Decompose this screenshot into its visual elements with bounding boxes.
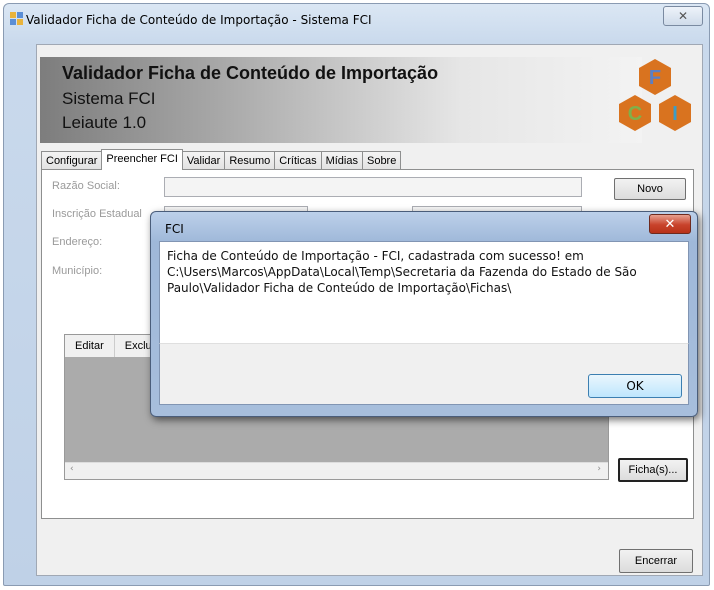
fci-logo: F C I <box>619 59 691 131</box>
svg-text:I: I <box>672 103 678 125</box>
svg-text:F: F <box>649 67 661 89</box>
header-banner: Validador Ficha de Conteúdo de Importaçã… <box>40 57 642 143</box>
dialog-close-button[interactable]: ✕ <box>649 214 691 234</box>
close-icon: ✕ <box>677 9 689 23</box>
novo-button[interactable]: Novo <box>614 178 686 200</box>
window-title: Validador Ficha de Conteúdo de Importaçã… <box>26 13 372 27</box>
dialog-message-line: C:\Users\Marcos\AppData\Local\Temp\Secre… <box>167 265 637 279</box>
dialog-message-line: Ficha de Conteúdo de Importação - FCI, c… <box>167 249 584 263</box>
svg-text:C: C <box>628 103 642 125</box>
banner-title: Validador Ficha de Conteúdo de Importaçã… <box>62 63 439 83</box>
tab-preencher-fci[interactable]: Preencher FCI <box>101 149 183 170</box>
dialog-button-area: OK <box>159 343 689 405</box>
fichas-button[interactable]: Ficha(s)... <box>618 458 688 482</box>
tab-criticas[interactable]: Críticas <box>274 151 322 170</box>
tab-validar[interactable]: Validar <box>181 151 226 170</box>
scroll-right-icon[interactable]: › <box>597 464 601 474</box>
banner-layout-version: Leiaute 1.0 <box>62 113 147 132</box>
app-icon <box>10 12 24 26</box>
grid-header-editar[interactable]: Editar <box>65 335 115 357</box>
fci-message-dialog: FCI ✕ Ficha de Conteúdo de Importação - … <box>150 211 698 417</box>
endereco-label: Endereço: <box>52 236 103 248</box>
razao-social-label: Razão Social: <box>52 180 120 192</box>
dialog-title: FCI <box>165 222 184 236</box>
inscricao-estadual-label: Inscrição Estadual <box>52 208 142 220</box>
window-close-button[interactable]: ✕ <box>663 6 703 26</box>
encerrar-button[interactable]: Encerrar <box>619 549 693 573</box>
razao-social-field[interactable] <box>164 177 582 197</box>
tab-sobre[interactable]: Sobre <box>361 151 402 170</box>
tab-strip: Configurar Preencher FCI Validar Resumo … <box>41 149 402 170</box>
dialog-message-line: Paulo\Validador Ficha de Conteúdo de Imp… <box>167 281 512 295</box>
municipio-label: Município: <box>52 265 103 277</box>
scroll-left-icon[interactable]: ‹ <box>70 464 74 474</box>
horizontal-scrollbar[interactable]: ‹ › <box>65 462 608 479</box>
tab-configurar[interactable]: Configurar <box>41 151 103 170</box>
ok-button[interactable]: OK <box>588 374 682 398</box>
banner-subtitle: Sistema FCI <box>62 89 156 108</box>
tab-resumo[interactable]: Resumo <box>224 151 276 170</box>
dialog-message: Ficha de Conteúdo de Importação - FCI, c… <box>167 248 672 296</box>
close-icon: ✕ <box>664 216 676 232</box>
tab-midias[interactable]: Mídias <box>320 151 363 170</box>
